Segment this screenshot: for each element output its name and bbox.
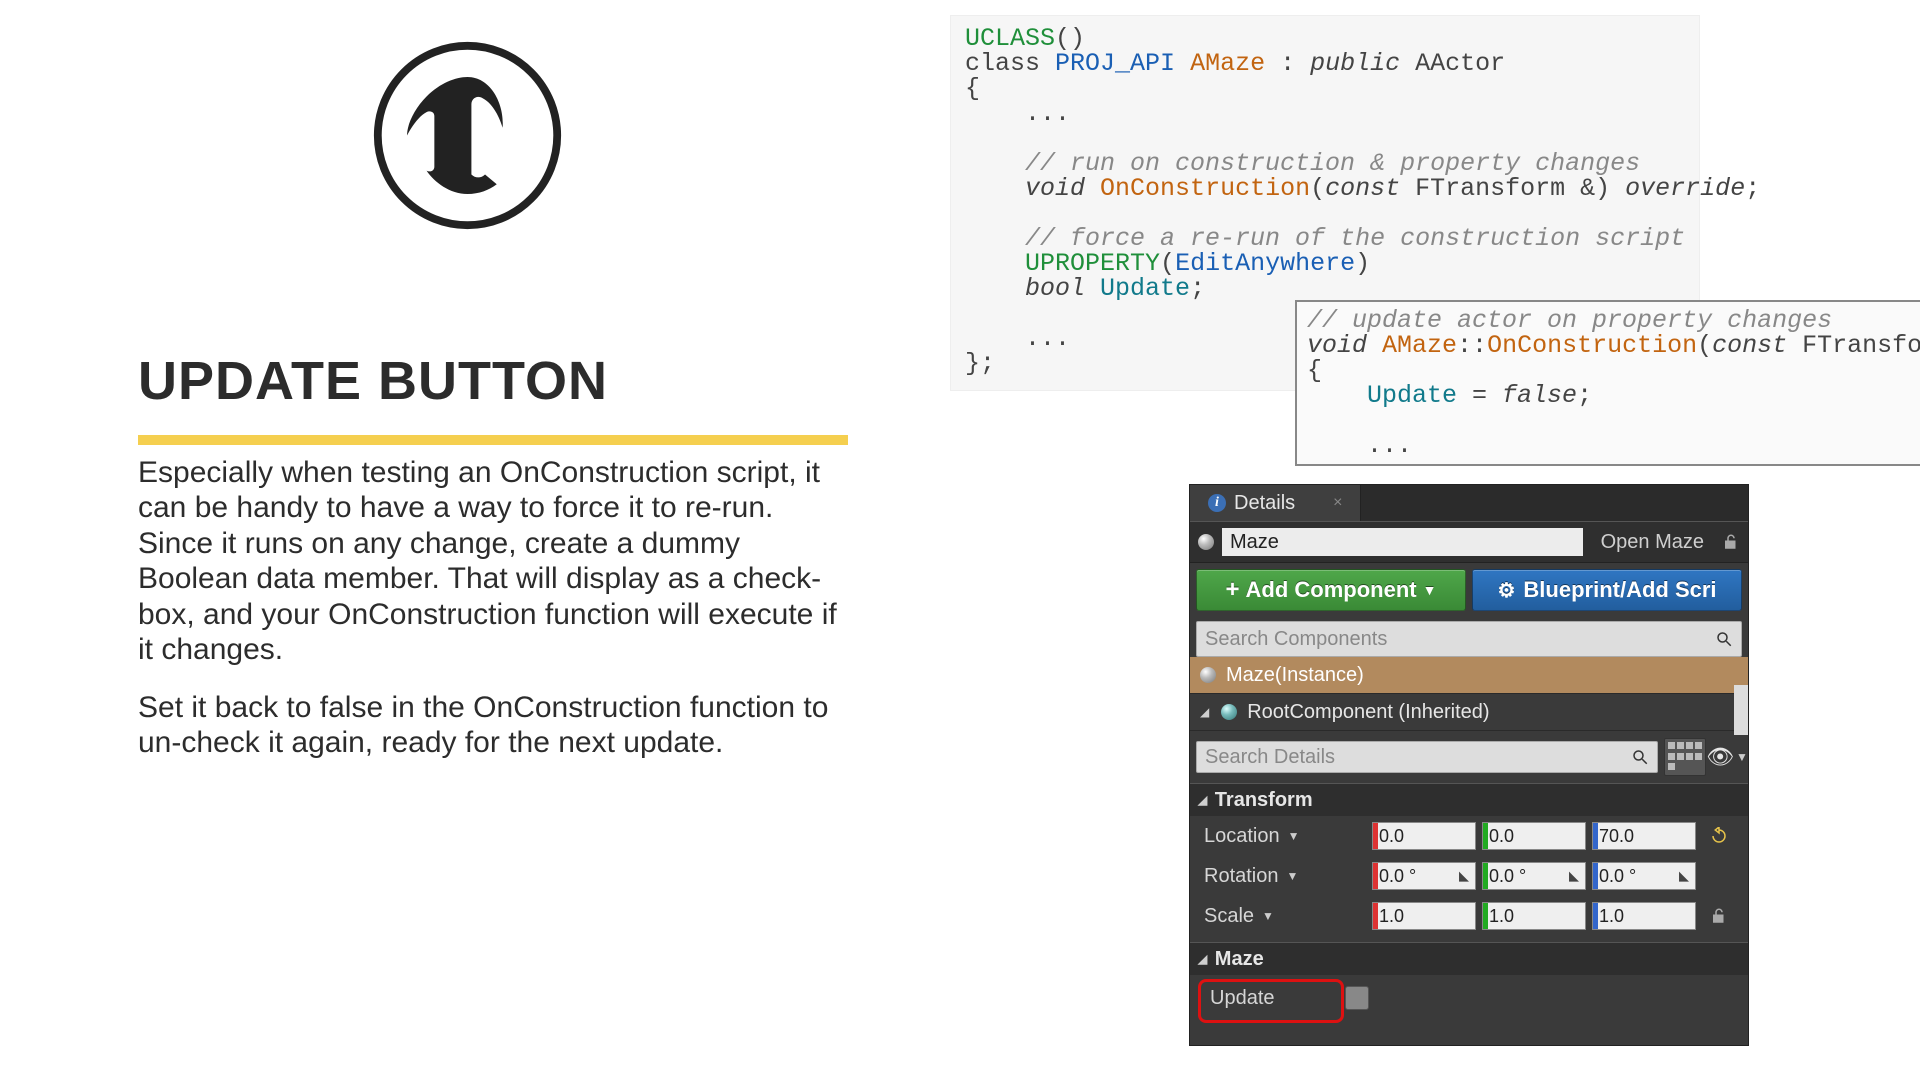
view-options-icon[interactable]: 👁▼	[1712, 742, 1742, 772]
blueprint-edit-button[interactable]: ⚙Blueprint/Add Scri	[1472, 569, 1742, 611]
update-checkbox[interactable]	[1345, 986, 1369, 1010]
expand-icon: ◢	[1198, 952, 1207, 966]
location-y-field[interactable]: 0.0	[1482, 822, 1586, 850]
rotation-y-field[interactable]: 0.0 °◣	[1482, 862, 1586, 890]
property-update: Update	[1190, 975, 1748, 1021]
scale-x-field[interactable]: 1.0	[1372, 902, 1476, 930]
actor-name-bar: Maze Open Maze	[1190, 521, 1748, 563]
body-paragraph-1: Especially when testing an OnConstructio…	[138, 455, 838, 667]
actor-icon	[1200, 667, 1216, 683]
unreal-logo-icon	[370, 38, 565, 233]
expand-icon[interactable]: ◢	[1200, 705, 1209, 719]
tab-label: Details	[1234, 492, 1295, 515]
scale-z-field[interactable]: 1.0	[1592, 902, 1696, 930]
search-icon	[1715, 630, 1733, 648]
tab-details[interactable]: i Details ×	[1190, 485, 1361, 521]
search-components-input[interactable]: Search Components	[1196, 621, 1742, 657]
plus-icon: +	[1226, 576, 1240, 604]
location-z-field[interactable]: 70.0	[1592, 822, 1696, 850]
search-icon	[1631, 748, 1649, 766]
section-transform[interactable]: ◢ Transform	[1190, 783, 1748, 816]
location-x-field[interactable]: 0.0	[1372, 822, 1476, 850]
info-icon: i	[1208, 494, 1226, 512]
tab-bar: i Details ×	[1190, 485, 1748, 521]
chevron-down-icon[interactable]: ▼	[1288, 829, 1300, 843]
actor-name-field[interactable]: Maze	[1222, 528, 1583, 556]
rotation-z-field[interactable]: 0.0 °◣	[1592, 862, 1696, 890]
body-paragraph-2: Set it back to false in the OnConstructi…	[138, 690, 838, 761]
spinner-icon[interactable]: ◣	[1679, 868, 1689, 884]
chevron-down-icon[interactable]: ▼	[1262, 909, 1274, 923]
property-matrix-icon[interactable]	[1664, 738, 1706, 776]
component-row-root[interactable]: ◢ RootComponent (Inherited)	[1190, 694, 1748, 731]
section-maze[interactable]: ◢ Maze	[1190, 942, 1748, 975]
chevron-down-icon: ▼	[1423, 582, 1437, 598]
scrollbar-thumb[interactable]	[1734, 685, 1748, 735]
gear-icon: ⚙	[1497, 578, 1515, 603]
chevron-down-icon: ▼	[1736, 750, 1748, 764]
property-location: Location▼ 0.0 0.0 70.0	[1190, 816, 1748, 856]
rotation-x-field[interactable]: 0.0 °◣	[1372, 862, 1476, 890]
spinner-icon[interactable]: ◣	[1569, 868, 1579, 884]
property-rotation: Rotation▼ 0.0 °◣ 0.0 °◣ 0.0 °◣	[1190, 856, 1748, 896]
scene-component-icon	[1221, 704, 1237, 720]
open-asset-button[interactable]: Open Maze	[1591, 531, 1714, 554]
reset-icon[interactable]	[1710, 827, 1728, 845]
scale-y-field[interactable]: 1.0	[1482, 902, 1586, 930]
add-component-button[interactable]: +Add Component▼	[1196, 569, 1466, 611]
chevron-down-icon[interactable]: ▼	[1287, 869, 1299, 883]
property-scale: Scale▼ 1.0 1.0 1.0	[1190, 896, 1748, 936]
lock-scale-icon[interactable]	[1710, 907, 1728, 925]
spinner-icon[interactable]: ◣	[1459, 868, 1469, 884]
lock-icon[interactable]	[1722, 533, 1740, 551]
highlight-annotation	[1198, 979, 1344, 1023]
title-underline	[138, 435, 848, 445]
details-panel: i Details × Maze Open Maze +Add Componen…	[1190, 485, 1748, 1045]
close-icon[interactable]: ×	[1333, 494, 1342, 512]
component-row-instance[interactable]: Maze(Instance)	[1190, 657, 1748, 694]
search-details-input[interactable]: Search Details	[1196, 741, 1658, 773]
page-title: UPDATE BUTTON	[138, 350, 608, 412]
code-block-impl: // update actor on property changes void…	[1295, 300, 1920, 466]
actor-icon	[1198, 534, 1214, 550]
expand-icon: ◢	[1198, 793, 1207, 807]
